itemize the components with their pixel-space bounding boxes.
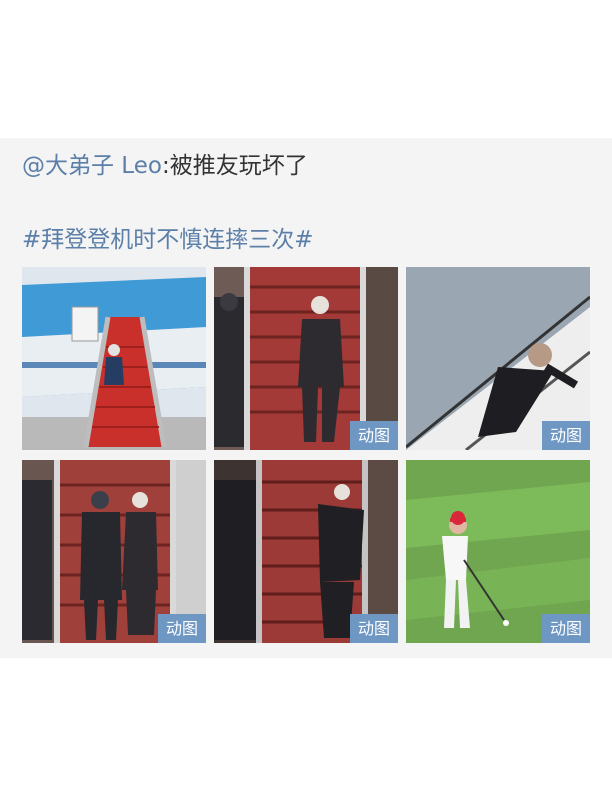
media-thumb-4[interactable]: 动图: [22, 460, 206, 643]
post-card[interactable]: @大弟子 Leo:被推友玩坏了 #拜登登机时不慎连摔三次# 动图 动图 动图 动…: [0, 138, 612, 658]
author-link[interactable]: @大弟子 Leo: [22, 153, 162, 179]
gif-badge: 动图: [350, 421, 398, 450]
gif-badge: 动图: [350, 614, 398, 643]
post-body: 被推友玩坏了: [169, 153, 308, 179]
gif-badge: 动图: [542, 614, 590, 643]
gif-badge: 动图: [542, 421, 590, 450]
media-thumb-2[interactable]: 动图: [214, 267, 398, 450]
media-grid: 动图 动图 动图 动图 动图: [22, 267, 590, 643]
media-thumb-3[interactable]: 动图: [406, 267, 590, 450]
media-thumb-5[interactable]: 动图: [214, 460, 398, 643]
author-separator: :: [161, 153, 170, 179]
media-thumb-1[interactable]: [22, 267, 206, 450]
plane-stairs-image: [22, 267, 206, 450]
hashtag-link[interactable]: #拜登登机时不慎连摔三次#: [22, 224, 314, 256]
media-thumb-6[interactable]: 动图: [406, 460, 590, 643]
post-text-line: @大弟子 Leo:被推友玩坏了: [22, 150, 308, 182]
gif-badge: 动图: [158, 614, 206, 643]
